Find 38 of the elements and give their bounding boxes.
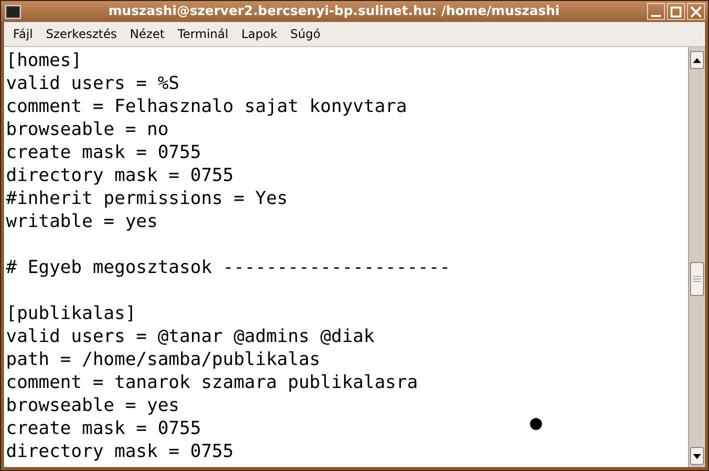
scrollbar-thumb[interactable] xyxy=(690,262,704,296)
maximize-button[interactable] xyxy=(667,3,685,20)
scrollbar[interactable] xyxy=(688,47,705,467)
scroll-up-button[interactable] xyxy=(690,51,704,69)
maximize-icon xyxy=(670,6,682,18)
up-arrow-icon xyxy=(693,58,701,62)
terminal-line: directory mask = 0755 xyxy=(6,440,234,463)
window-title: muszashi@szerver2.bercsenyi-bp.sulinet.hu: /home/muszashi xyxy=(107,4,561,19)
terminal-line: [publikalas] xyxy=(6,302,136,325)
terminal-line: create mask = 0755 xyxy=(6,141,202,164)
close-icon xyxy=(690,6,702,18)
menu-item[interactable]: Lapok xyxy=(236,27,286,41)
terminal-icon xyxy=(5,4,21,18)
close-button[interactable] xyxy=(687,3,705,20)
terminal-line: browseable = yes xyxy=(6,394,180,417)
terminal-line: browseable = no xyxy=(6,118,169,141)
terminal-line: valid users = @tanar @admins @diak xyxy=(6,325,374,348)
grip-icon xyxy=(693,276,701,282)
menu-item[interactable]: Súgó xyxy=(285,27,328,41)
terminal-line: comment = Felhasznalo sajat konyvtara xyxy=(6,95,407,118)
terminal-line: create mask = 0755 xyxy=(6,417,202,440)
terminal-line: valid users = %S xyxy=(6,72,180,95)
terminal-line: comment = tanarok szamara publikalasra xyxy=(6,371,418,394)
down-arrow-icon xyxy=(693,454,701,458)
menu-item[interactable]: Fájl xyxy=(8,27,41,41)
terminal-line: #inherit permissions = Yes xyxy=(6,187,288,210)
menu-item[interactable]: Terminál xyxy=(172,27,236,41)
terminal-line: directory mask = 0755 xyxy=(6,164,234,187)
minimize-icon xyxy=(651,14,661,16)
pointer-dot-icon xyxy=(530,418,542,430)
minimize-button[interactable] xyxy=(647,3,665,20)
menu-item[interactable]: Szerkesztés xyxy=(40,27,125,41)
terminal-line: [homes] xyxy=(6,49,82,72)
menu-item[interactable]: Nézet xyxy=(124,27,173,41)
terminal-line: writable = yes xyxy=(6,210,158,233)
terminal-line: # Egyeb megosztasok --------------------- xyxy=(6,256,450,279)
terminal-line: path = /home/samba/publikalas xyxy=(6,348,320,371)
scroll-down-button[interactable] xyxy=(690,447,704,465)
